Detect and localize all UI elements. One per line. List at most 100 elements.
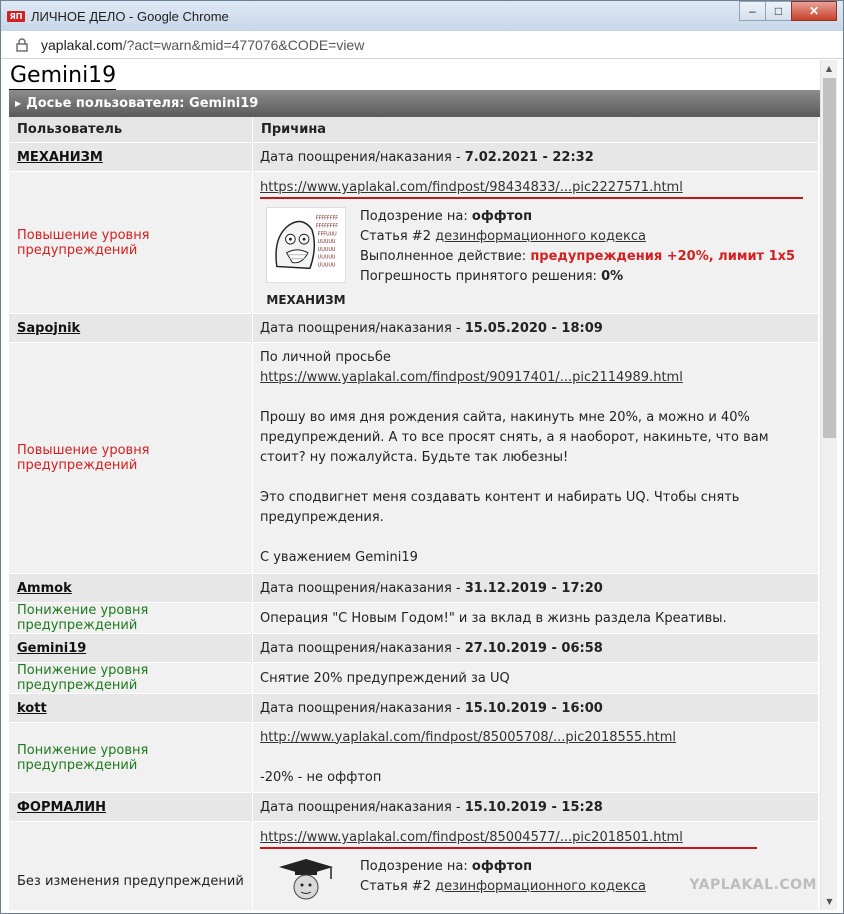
date-label: Дата поощрения/наказания - [260, 700, 465, 716]
suspicion-value: оффтоп [471, 859, 533, 874]
warning-level-change: Повышение уровня предупреждений [17, 227, 150, 258]
moderation-details: Подозрение на: оффтоп Статья #2 дезинфор… [360, 207, 795, 307]
moderator-avatar: FFFFFFFF FFFFFFFF FFFUUU UUUUU UUUUU UUU… [260, 207, 352, 307]
scroll-up-icon[interactable]: ▲ [821, 60, 837, 77]
warning-level-change: Повышение уровня предупреждений [17, 443, 150, 473]
suspicion-label: Подозрение на: [360, 859, 472, 874]
date-label: Дата поощрения/наказания - [260, 149, 465, 165]
url-path: /?act=warn&mid=477076&CODE=view [122, 36, 365, 53]
entry-date: 27.10.2019 - 06:58 [464, 640, 603, 656]
svg-text:UUUUU: UUUUU [318, 247, 336, 253]
table-row: Понижение уровня предупреждений Снятие 2… [9, 663, 819, 694]
user-link[interactable]: Gemini19 [17, 641, 86, 656]
entry-date: 15.05.2020 - 18:09 [464, 320, 603, 336]
date-label: Дата поощрения/наказания - [260, 320, 465, 336]
reason-text: Прошу во имя дня рождения сайта, накинут… [260, 410, 769, 465]
vertical-scrollbar[interactable]: ▲ ▼ [820, 60, 837, 910]
close-button[interactable]: ✕ [791, 1, 837, 21]
title-bar: ЯП ЛИЧНОЕ ДЕЛО - Google Chrome – □ ✕ [1, 1, 843, 31]
article-prefix: Статья #2 [360, 229, 436, 244]
site-favicon-icon: ЯП [7, 10, 25, 22]
warning-level-change: Без изменения предупреждений [17, 874, 244, 889]
column-header-reason: Причина [253, 117, 819, 143]
table-row: kott Дата поощрения/наказания - 15.10.20… [9, 694, 819, 723]
warning-level-change: Понижение уровня предупреждений [17, 603, 149, 633]
svg-text:FFFFFFFF: FFFFFFFF [316, 223, 339, 229]
window-controls: – □ ✕ [739, 1, 837, 21]
user-link[interactable]: Ammok [17, 581, 72, 596]
post-link[interactable]: https://www.yaplakal.com/findpost/909174… [260, 370, 683, 385]
reason-text: Это сподвигнет меня создавать контент и … [260, 490, 740, 525]
dossier-title: Досье пользователя: Gemini19 [26, 96, 259, 111]
svg-text:UUUUU: UUUUU [318, 255, 336, 261]
table-row: ФОРМАЛИН Дата поощрения/наказания - 15.1… [9, 793, 819, 822]
suspicion-value: оффтоп [471, 209, 533, 224]
svg-text:FFFFFFFF: FFFFFFFF [316, 216, 339, 222]
table-row: Повышение уровня предупреждений https://… [9, 172, 819, 314]
reason-text: Операция "С Новым Годом!" и за вклад в ж… [260, 610, 727, 626]
suspicion-label: Подозрение на: [360, 209, 472, 224]
error-label: Погрешность принятого решения: [360, 269, 602, 284]
minimize-button[interactable]: – [739, 1, 766, 21]
action-label: Выполненное действие: [360, 249, 531, 264]
article-link[interactable]: дезинформационного кодекса [435, 879, 646, 894]
table-row: Без изменения предупреждений https://www… [9, 822, 819, 910]
scroll-down-icon[interactable]: ▼ [821, 893, 838, 910]
page-title: Gemini19 [9, 60, 117, 90]
post-link[interactable]: https://www.yaplakal.com/findpost/850045… [260, 830, 683, 845]
table-row: Ammok Дата поощрения/наказания - 31.12.2… [9, 574, 819, 603]
moderator-avatar [260, 857, 352, 909]
red-underline [260, 847, 757, 849]
moderation-details: Подозрение на: оффтоп Статья #2 дезинфор… [360, 857, 646, 909]
svg-text:FFFUUU: FFFUUU [318, 231, 337, 237]
date-label: Дата поощрения/наказания - [260, 640, 465, 656]
window-title: ЛИЧНОЕ ДЕЛО - Google Chrome [31, 8, 229, 24]
date-label: Дата поощрения/наказания - [260, 580, 465, 596]
article-prefix: Статья #2 [360, 879, 436, 894]
user-link[interactable]: ФОРМАЛИН [17, 800, 106, 815]
reason-text: Снятие 20% предупреждений за UQ [260, 670, 510, 686]
post-link[interactable]: https://www.yaplakal.com/findpost/984348… [260, 180, 683, 195]
entry-date: 15.10.2019 - 15:28 [464, 799, 603, 815]
column-header-user: Пользователь [9, 117, 253, 143]
address-bar[interactable]: yaplakal.com /?act=warn&mid=477076&CODE=… [1, 31, 843, 59]
avatar-caption: МЕХАНИЗМ [266, 293, 346, 307]
table-row: Понижение уровня предупреждений Операция… [9, 603, 819, 634]
user-link[interactable]: kott [17, 701, 47, 716]
page-viewport: Gemini19 ▶ Досье пользователя: Gemini19 … [9, 60, 821, 910]
table-row: Повышение уровня предупреждений По лично… [9, 343, 819, 574]
warnings-table: Пользователь Причина МЕХАНИЗМ Дата поощр… [9, 117, 819, 910]
user-link[interactable]: МЕХАНИЗМ [17, 150, 103, 165]
post-link[interactable]: http://www.yaplakal.com/findpost/8500570… [260, 730, 676, 745]
table-row: Gemini19 Дата поощрения/наказания - 27.1… [9, 634, 819, 663]
table-row: Sapojnik Дата поощрения/наказания - 15.0… [9, 314, 819, 343]
reason-text: -20% - не оффтоп [260, 769, 382, 785]
moderation-card: FFFFFFFF FFFFFFFF FFFUUU UUUUU UUUUU UUU… [260, 207, 810, 307]
article-link[interactable]: дезинформационного кодекса [435, 229, 646, 244]
date-label: Дата поощрения/наказания - [260, 799, 465, 815]
warning-level-change: Понижение уровня предупреждений [17, 663, 149, 693]
graduate-avatar-icon [279, 859, 333, 900]
table-row: МЕХАНИЗМ Дата поощрения/наказания - 7.02… [9, 143, 819, 172]
user-link[interactable]: Sapojnik [17, 321, 80, 336]
triangle-right-icon: ▶ [15, 99, 22, 108]
browser-window: ЯП ЛИЧНОЕ ДЕЛО - Google Chrome – □ ✕ yap… [0, 0, 844, 914]
error-value: 0% [601, 269, 624, 284]
action-value: предупреждения +20%, лимит 1x5 [530, 249, 796, 264]
scrollbar-thumb[interactable] [823, 78, 836, 438]
svg-text:UUUUU: UUUUU [318, 262, 336, 268]
warning-level-change: Понижение уровня предупреждений [17, 742, 149, 773]
red-underline [260, 197, 803, 199]
lock-icon [16, 37, 28, 52]
entry-date: 7.02.2021 - 22:32 [464, 149, 594, 165]
maximize-button[interactable]: □ [765, 1, 792, 21]
entry-date: 15.10.2019 - 16:00 [464, 700, 603, 716]
entry-date: 31.12.2019 - 17:20 [464, 580, 603, 596]
table-header-row: Пользователь Причина [9, 117, 819, 143]
rage-face-icon: FFFFFFFF FFFFFFFF FFFUUU UUUUU UUUUU UUU… [266, 207, 346, 283]
watermark-logo: YAPLAKAL.COM [689, 877, 817, 893]
reason-text: По личной просьбе [260, 350, 391, 365]
svg-text:UUUUU: UUUUU [318, 239, 336, 245]
dossier-header: ▶ Досье пользователя: Gemini19 [9, 90, 821, 117]
table-row: Понижение уровня предупреждений http://w… [9, 723, 819, 793]
